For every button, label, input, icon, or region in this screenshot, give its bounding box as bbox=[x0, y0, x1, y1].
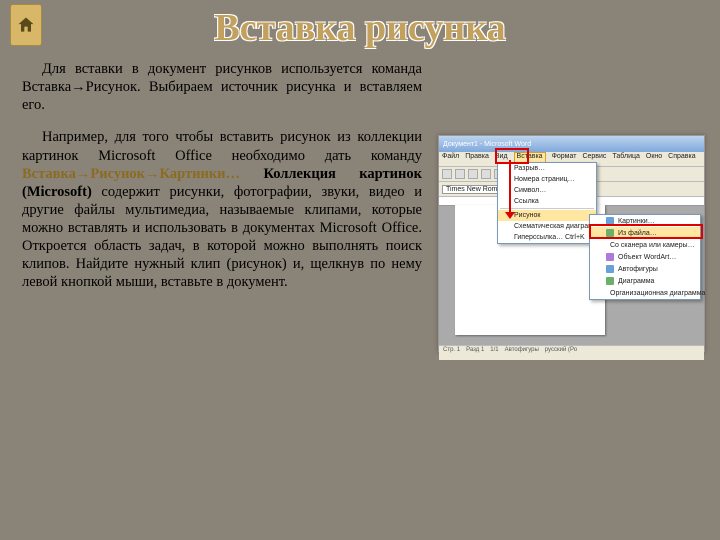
menu-entry: Организационная диаграмма bbox=[590, 287, 700, 299]
menu-icon bbox=[606, 253, 614, 261]
menu-item: Справка bbox=[668, 153, 695, 165]
menu-item: Окно bbox=[646, 153, 662, 165]
menu-item: Правка bbox=[465, 153, 489, 165]
menu-entry: Схематическая диаграмма… bbox=[498, 221, 596, 232]
status-segment: Стр. 1 bbox=[443, 347, 460, 359]
menu-icon bbox=[606, 277, 614, 285]
highlight-insert-menu bbox=[495, 148, 529, 164]
menu-entry: Объект WordArt… bbox=[590, 251, 700, 263]
tb-icon bbox=[455, 169, 465, 179]
status-bar: Стр. 1 Разд 1 1/1 Автофигуры русский (Ро bbox=[439, 345, 704, 360]
menu-icon bbox=[606, 265, 614, 273]
body-text: Для вставки в документ рисунков использу… bbox=[22, 60, 422, 306]
red-arrow-head-icon bbox=[505, 212, 515, 219]
status-segment: Автофигуры bbox=[505, 347, 539, 359]
highlight-from-file bbox=[589, 224, 703, 239]
tb-icon bbox=[481, 169, 491, 179]
red-arrow-line bbox=[509, 160, 511, 214]
status-segment: русский (Ро bbox=[545, 347, 577, 359]
menu-entry: Разрыв… bbox=[498, 163, 596, 174]
tb-icon bbox=[442, 169, 452, 179]
insert-menu: Разрыв…Номера страниц…Символ…СсылкаРисун… bbox=[497, 162, 597, 244]
menu-item: Таблица bbox=[612, 153, 639, 165]
status-segment: Разд 1 bbox=[466, 347, 484, 359]
menu-item: Файл bbox=[442, 153, 459, 165]
menu-entry: Номера страниц… bbox=[498, 174, 596, 185]
word-screenshot: Документ1 - Microsoft Word ФайлПравкаВид… bbox=[438, 135, 705, 352]
menu-entry: Со сканера или камеры… bbox=[590, 239, 700, 251]
menu-entry: Ссылка bbox=[498, 196, 596, 207]
menu-entry: Гиперссылка… Ctrl+K bbox=[498, 232, 596, 243]
tb-icon bbox=[468, 169, 478, 179]
slide-title: Вставка рисунка bbox=[0, 6, 720, 50]
paragraph-1: Для вставки в документ рисунков использу… bbox=[22, 60, 422, 114]
status-segment: 1/1 bbox=[490, 347, 498, 359]
paragraph-2: Например, для того чтобы вставить рисуно… bbox=[22, 128, 422, 291]
menu-entry: Символ… bbox=[498, 185, 596, 196]
window-titlebar: Документ1 - Microsoft Word bbox=[439, 136, 704, 152]
menu-entry: Диаграмма bbox=[590, 275, 700, 287]
menu-entry: Автофигуры bbox=[590, 263, 700, 275]
